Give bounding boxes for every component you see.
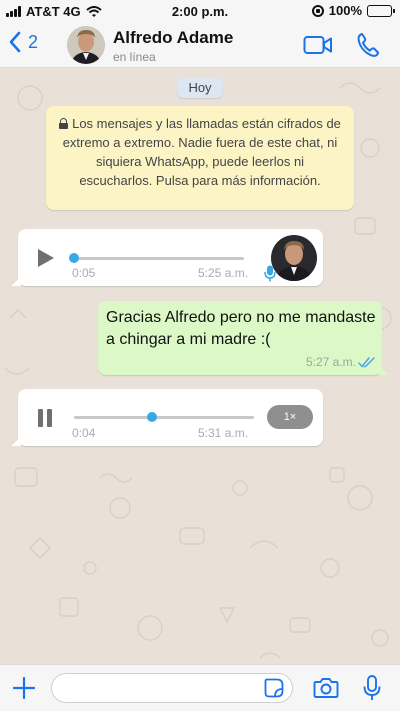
phone-icon[interactable] xyxy=(356,32,380,58)
unread-count: 2 xyxy=(28,31,39,52)
contact-name[interactable]: Alfredo Adame xyxy=(113,28,233,48)
bubble-tail xyxy=(11,274,21,286)
chat-area[interactable]: Hoy Los mensajes y las llamadas están ci… xyxy=(0,68,400,664)
message-time: 5:27 a.m. xyxy=(305,355,356,369)
avatar-photo xyxy=(271,235,317,281)
encryption-notice[interactable]: Los mensajes y las llamadas están cifrad… xyxy=(46,106,354,210)
sender-avatar xyxy=(271,235,317,281)
voice-progress-knob[interactable] xyxy=(147,412,157,422)
double-check-icon xyxy=(358,357,375,368)
voice-duration: 0:05 xyxy=(72,266,96,280)
avatar-photo xyxy=(67,26,105,64)
chevron-left-icon xyxy=(9,31,21,53)
status-bar: AT&T 4G 2:00 p.m. 100% xyxy=(0,0,400,22)
voice-message[interactable]: 0:05 5:25 a.m. xyxy=(11,229,323,286)
chat-header: 2 Alfredo Adame en línea xyxy=(0,22,400,68)
outgoing-message[interactable]: Gracias Alfredo pero no me mandaste a ch… xyxy=(98,301,389,375)
voice-message[interactable]: 0:04 5:31 a.m. 1× xyxy=(11,389,323,446)
plus-icon[interactable] xyxy=(13,677,35,699)
microphone-icon xyxy=(264,265,276,282)
voice-progress-track[interactable] xyxy=(74,257,244,260)
playback-speed-button[interactable]: 1× xyxy=(267,405,313,429)
bubble-tail xyxy=(379,363,389,375)
input-bar xyxy=(0,664,400,711)
video-call-icon[interactable] xyxy=(303,34,333,56)
contact-avatar[interactable] xyxy=(67,26,105,64)
microphone-icon[interactable] xyxy=(363,675,381,701)
battery-percent: 100% xyxy=(328,3,362,18)
message-time: 5:31 a.m. xyxy=(198,426,249,440)
message-time: 5:25 a.m. xyxy=(198,266,249,280)
back-button[interactable]: 2 xyxy=(8,31,38,53)
bubble-tail xyxy=(11,434,21,446)
battery-icon xyxy=(367,4,395,17)
date-separator: Hoy xyxy=(177,78,223,98)
message-input[interactable] xyxy=(51,673,293,703)
lock-icon xyxy=(59,118,69,129)
message-text: Gracias Alfredo pero no me mandaste a ch… xyxy=(106,309,376,348)
voice-progress-knob[interactable] xyxy=(69,253,79,263)
voice-duration: 0:04 xyxy=(72,426,96,440)
camera-icon[interactable] xyxy=(313,677,339,699)
pause-icon[interactable] xyxy=(38,409,54,427)
voice-progress-track[interactable] xyxy=(74,416,254,419)
play-icon[interactable] xyxy=(37,248,55,268)
orientation-lock-icon xyxy=(311,4,324,17)
encryption-notice-text: Los mensajes y las llamadas están cifrad… xyxy=(62,116,341,188)
contact-status: en línea xyxy=(113,50,156,64)
sticker-icon[interactable] xyxy=(264,678,284,698)
battery-info: 100% xyxy=(311,3,395,18)
